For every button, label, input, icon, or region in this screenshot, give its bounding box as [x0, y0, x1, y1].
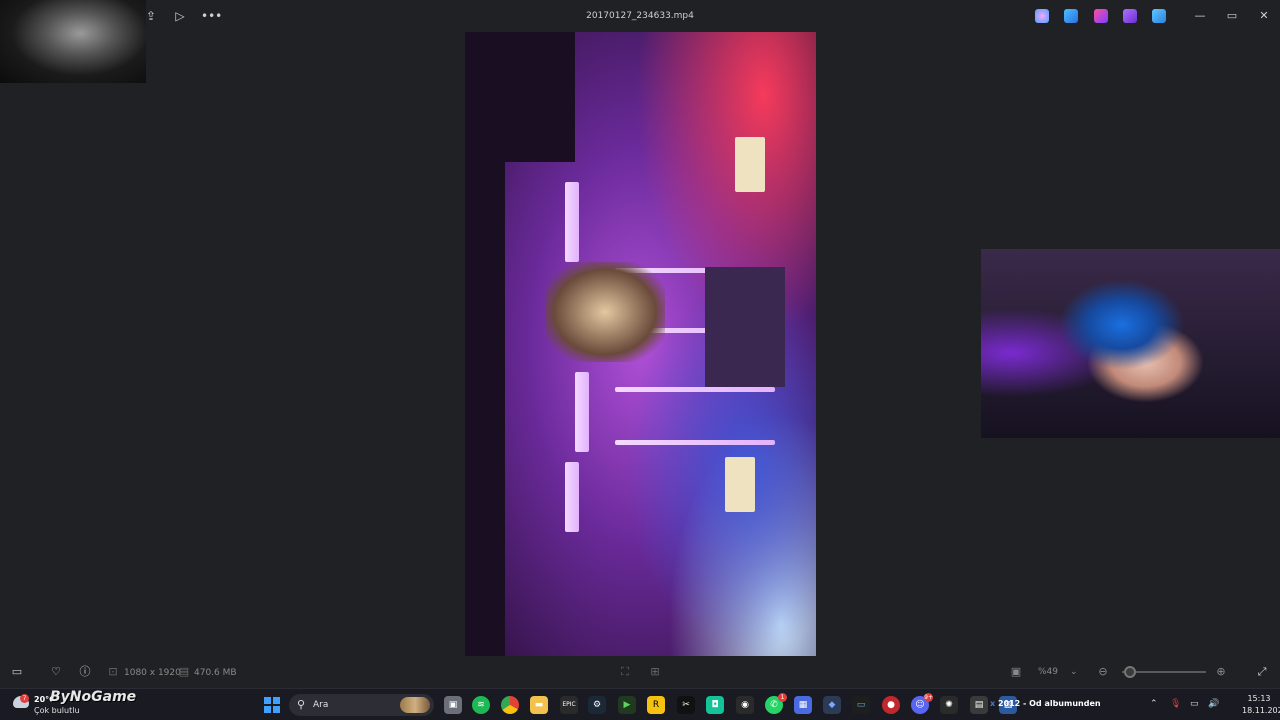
zoom-value: %49 [1038, 667, 1059, 677]
steam-icon[interactable]: ⚙ [588, 696, 606, 714]
volume-icon[interactable]: 🔊 [1208, 699, 1219, 709]
stream-watermark: ByNoGame [50, 689, 137, 705]
chevron-down-icon: ⌄ [1070, 667, 1078, 677]
game-launcher-icon[interactable]: ▶ [618, 696, 636, 714]
onedrive-icon[interactable] [1152, 9, 1166, 23]
copilot-icon[interactable] [1035, 9, 1049, 23]
task-view-icon[interactable]: ▣ [444, 696, 462, 714]
steelseries-icon[interactable]: ✺ [940, 696, 958, 714]
favorite-icon[interactable]: ♡ [49, 665, 63, 679]
diamond-app-icon[interactable]: ◆ [823, 696, 841, 714]
close-button[interactable]: ✕ [1256, 8, 1272, 24]
viewer-bottom-bar: ▭ ♡ ⓘ ⊡ 1080 x 1920 ▤ 470.6 MB ⛶ ⊞ ▣ %49… [0, 656, 1280, 688]
whatsapp-badge: 1 [778, 693, 787, 702]
toolbox-icon[interactable]: ▦ [794, 696, 812, 714]
taskbar-search[interactable]: ⚲ Ara [289, 694, 434, 716]
capcut-icon[interactable]: ✂ [677, 696, 695, 714]
clock-time: 15:13 [1247, 694, 1271, 703]
media-player-icon[interactable]: ▤ [970, 696, 988, 714]
weather-description[interactable]: Çok bulutlu [34, 706, 80, 715]
now-playing[interactable]: x 2012 - Od albumunden [990, 699, 1101, 708]
discord-icon[interactable]: ☺ 9+ [911, 693, 933, 714]
chevron-up-icon[interactable]: ⌃ [1150, 699, 1158, 709]
epic-games-icon[interactable]: EPIC [560, 696, 578, 714]
title-bar: ⇪ ▷ ••• 20170127_234633.mp4 — ▭ ✕ [0, 0, 1280, 32]
webcam-overlay-portrait [0, 0, 146, 83]
edit-image-icon[interactable] [1064, 9, 1078, 23]
spotify-icon[interactable]: ≋ [472, 696, 490, 714]
system-clock[interactable]: 15:13 18.11.2025 [1242, 693, 1280, 717]
file-explorer-icon[interactable]: ▬ [530, 696, 548, 714]
restore-button[interactable]: ▭ [1224, 8, 1240, 24]
video-frame[interactable] [465, 32, 816, 656]
filmstrip-icon[interactable]: ▭ [10, 665, 24, 679]
zoom-slider-thumb[interactable] [1124, 666, 1136, 678]
network-icon[interactable]: ▭ [1190, 699, 1199, 709]
resolution-icon: ⊡ [108, 665, 118, 678]
designer-icon[interactable] [1123, 9, 1137, 23]
start-button[interactable] [264, 697, 280, 713]
search-placeholder: Ara [313, 700, 329, 710]
obs-icon[interactable]: ◉ [736, 696, 754, 714]
clipchamp-icon[interactable] [1094, 9, 1108, 23]
crop-icon[interactable]: ⛶ [618, 665, 632, 679]
microphone-icon[interactable]: 🎙 [1170, 699, 1181, 709]
search-highlight-image [400, 697, 430, 713]
discord-badge: 9+ [924, 693, 933, 702]
taskbar: 7 20°C Çok bulutlu ByNoGame ⚲ Ara ▣ ≋ ▬ … [0, 688, 1280, 720]
minimize-button[interactable]: — [1192, 8, 1208, 24]
whatsapp-icon[interactable]: ✆ 1 [765, 693, 787, 714]
filesize-icon: ▤ [178, 665, 190, 678]
terminal-icon[interactable]: ▭ [852, 696, 870, 714]
zoom-out-icon[interactable]: ⊖ [1096, 665, 1110, 679]
search-icon: ⚲ [297, 698, 306, 711]
actual-size-icon[interactable]: ▣ [1009, 665, 1023, 679]
webcam-overlay-streamer [981, 249, 1280, 438]
now-playing-prefix: x [990, 699, 996, 708]
window-title: 20170127_234633.mp4 [586, 11, 694, 21]
fullscreen-icon[interactable]: ⤢ [1255, 665, 1269, 679]
chat-app-icon[interactable]: ◘ [706, 696, 724, 714]
rockstar-icon[interactable]: R [647, 696, 665, 714]
weather-badge: 7 [20, 694, 29, 703]
chrome-icon[interactable] [501, 696, 519, 714]
recording-app-icon[interactable]: ● [882, 696, 900, 714]
fit-icon[interactable]: ⊞ [648, 665, 662, 679]
filesize-text: 470.6 MB [194, 668, 237, 678]
zoom-in-icon[interactable]: ⊕ [1214, 665, 1228, 679]
photos-app-window: ⇪ ▷ ••• 20170127_234633.mp4 — ▭ ✕ ▭ ♡ ⓘ … [0, 0, 1280, 688]
resolution-text: 1080 x 1920 [124, 668, 181, 678]
now-playing-title: 2012 - Od albumunden [997, 699, 1101, 708]
zoom-dropdown[interactable]: %49 ⌄ [1030, 664, 1088, 680]
clock-date: 18.11.2025 [1242, 706, 1280, 715]
info-icon[interactable]: ⓘ [78, 665, 92, 679]
